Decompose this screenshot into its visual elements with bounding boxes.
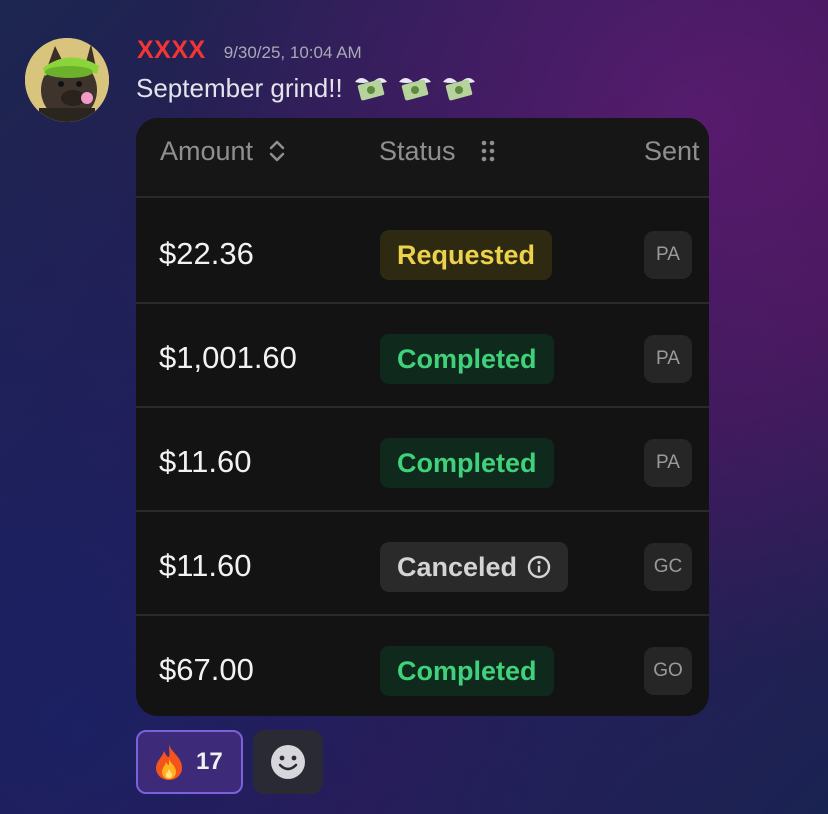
amount-cell: $11.60 <box>159 548 252 583</box>
message-timestamp: 9/30/25, 10:04 AM <box>223 43 362 62</box>
transactions-table-image[interactable]: Amount Status Sent $22.36 Requested PA $… <box>136 118 709 716</box>
username[interactable]: XXXX <box>137 36 206 65</box>
column-header-sent[interactable]: Sent <box>644 134 700 168</box>
sender-chip: GC <box>644 543 692 591</box>
message-body: September grind!! <box>136 72 343 103</box>
table-row[interactable]: $67.00 Completed GO <box>136 616 709 716</box>
column-header-sent-label: Sent <box>644 135 700 166</box>
sender-chip: PA <box>644 335 692 383</box>
table-row[interactable]: $22.36 Requested PA <box>136 200 709 304</box>
sort-icon <box>269 140 285 162</box>
status-label: Completed <box>397 655 537 686</box>
sender-chip: PA <box>644 231 692 279</box>
table-row[interactable]: $11.60 Canceled GC <box>136 512 709 616</box>
reaction-fire[interactable]: 17 <box>136 730 243 794</box>
amount-cell: $1,001.60 <box>159 340 297 375</box>
reactions-bar: 17 <box>136 730 323 794</box>
fire-icon <box>156 745 182 780</box>
status-badge: Completed <box>380 334 554 384</box>
drag-handle-icon[interactable] <box>478 137 498 165</box>
amount-cell: $67.00 <box>159 652 254 687</box>
info-icon[interactable] <box>527 555 551 579</box>
money-with-wings-icon <box>398 78 431 101</box>
column-header-amount-label: Amount <box>160 135 254 166</box>
money-with-wings-icon <box>442 78 475 101</box>
column-header-amount[interactable]: Amount <box>160 134 287 168</box>
amount-cell: $11.60 <box>159 444 252 479</box>
reaction-count: 17 <box>196 748 223 775</box>
add-reaction-button[interactable] <box>253 730 323 794</box>
table-row[interactable]: $11.60 Completed PA <box>136 408 709 512</box>
smiley-icon <box>271 745 305 779</box>
status-badge: Completed <box>380 646 554 696</box>
message-header: XXXX 9/30/25, 10:04 AM <box>137 36 362 64</box>
column-header-status[interactable]: Status <box>379 134 498 168</box>
table-row[interactable]: $1,001.60 Completed PA <box>136 304 709 408</box>
user-avatar[interactable] <box>25 38 109 122</box>
status-label: Completed <box>397 343 537 374</box>
table-header: Amount Status Sent <box>136 118 709 198</box>
money-with-wings-icon <box>354 78 387 101</box>
amount-cell: $22.36 <box>159 236 254 271</box>
status-badge: Completed <box>380 438 554 488</box>
status-label: Completed <box>397 447 537 478</box>
status-badge: Canceled <box>380 542 569 592</box>
status-label: Canceled <box>397 551 518 582</box>
sender-chip: GO <box>644 647 692 695</box>
column-header-status-label: Status <box>379 135 456 166</box>
status-badge: Requested <box>380 230 553 280</box>
message-text: September grind!! <box>136 70 477 106</box>
status-label: Requested <box>397 239 536 270</box>
sender-chip: PA <box>644 439 692 487</box>
